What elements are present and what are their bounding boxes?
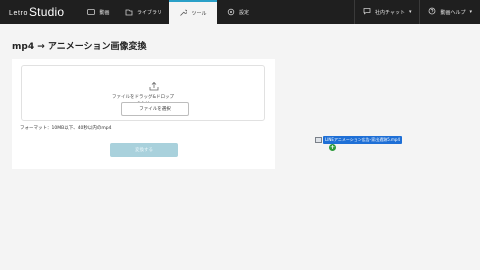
page-title: mp4 → アニメーション画像変換	[12, 42, 147, 52]
drag-file-name: LINEアニメーション広告-家出遺跡5.mp4	[323, 136, 403, 144]
dropzone-instruction: ファイルをドラッグ&ドロップ	[111, 95, 174, 100]
app-logo[interactable]: Letro Studio	[0, 0, 79, 24]
help-icon	[428, 7, 436, 17]
format-note: フォーマット：10MB以下、40秒以内のmp4	[20, 126, 112, 131]
video-icon	[87, 8, 96, 16]
tool-icon	[179, 9, 188, 17]
nav-item-label: ライブラリ	[136, 9, 162, 16]
logo-studio: Studio	[28, 5, 65, 19]
convert-button[interactable]: 変換する	[110, 143, 178, 157]
nav-item-video[interactable]: 動画	[79, 0, 118, 24]
chevron-down-icon: ▾	[408, 9, 412, 15]
nav-item-label: ツール	[191, 10, 207, 17]
nav-item-settings[interactable]: 設定	[217, 0, 259, 24]
nav-item-label: 動画	[99, 9, 110, 16]
file-icon	[315, 137, 322, 143]
drag-file-ghost: LINEアニメーション広告-家出遺跡5.mp4 +	[315, 136, 403, 151]
top-nav-bar: Letro Studio 動画 ライブラリ ツール 設定 社内チャット ▾ 動画…	[0, 0, 480, 24]
nav-item-label: 設定	[238, 9, 249, 16]
chevron-down-icon: ▾	[469, 9, 472, 15]
upload-icon	[149, 76, 159, 91]
chat-icon	[363, 7, 371, 17]
copy-plus-icon: +	[329, 144, 336, 151]
library-icon	[125, 8, 133, 16]
nav-help-label: 動画ヘルプ	[440, 9, 466, 16]
select-file-button[interactable]: ファイルを選択	[121, 102, 189, 116]
settings-icon	[227, 8, 235, 16]
nav-item-library[interactable]: ライブラリ	[118, 0, 169, 24]
nav-chat[interactable]: 社内チャット ▾	[354, 0, 419, 24]
nav-chat-label: 社内チャット	[375, 9, 405, 16]
nav-help[interactable]: 動画ヘルプ ▾	[419, 0, 480, 24]
logo-letro: Letro	[9, 9, 28, 17]
nav-item-tool[interactable]: ツール	[169, 0, 217, 24]
